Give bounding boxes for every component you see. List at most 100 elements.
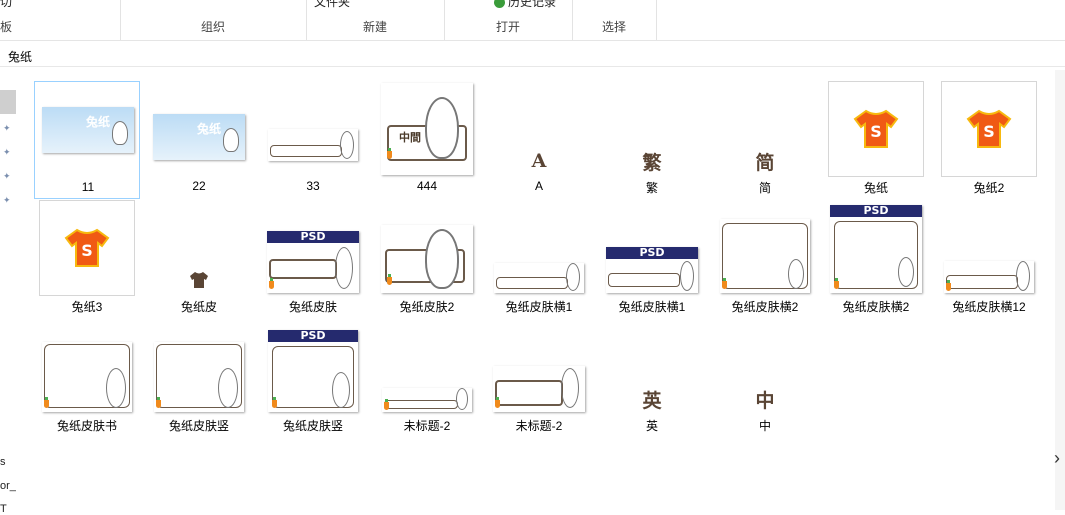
- file-name: 兔纸皮肤书: [56, 419, 117, 433]
- file-item[interactable]: 未标题-2: [374, 319, 480, 437]
- history-button[interactable]: 历史记录: [494, 0, 556, 10]
- file-item[interactable]: 兔纸 22: [146, 81, 252, 199]
- file-name: 兔纸皮肤竖: [282, 419, 343, 433]
- svg-text:S: S: [81, 241, 93, 260]
- font-file-icon: 繁: [642, 151, 662, 174]
- file-item[interactable]: 中間 444: [374, 81, 480, 199]
- file-name: 中: [758, 419, 771, 433]
- address-bar[interactable]: 兔纸: [0, 44, 1065, 67]
- file-name: 兔纸: [863, 181, 888, 195]
- font-file-icon: 中: [755, 389, 775, 412]
- file-item[interactable]: 兔纸皮肤横2: [712, 200, 818, 318]
- file-thumbnail: S: [39, 200, 135, 296]
- font-file-icon: 英: [642, 389, 662, 412]
- ribbon-group-label: 组织: [200, 20, 225, 34]
- nav-item-label[interactable]: s: [0, 456, 6, 468]
- file-item[interactable]: 简 简: [712, 81, 818, 199]
- history-label: 历史记录: [508, 0, 557, 9]
- shirt-icon: S: [853, 109, 899, 148]
- address-path[interactable]: 兔纸: [8, 48, 32, 65]
- file-thumbnail: 中間: [381, 83, 473, 175]
- psd-banner: PSD: [268, 330, 358, 342]
- vertical-scrollbar[interactable]: [1055, 70, 1065, 510]
- file-item[interactable]: 繁 繁: [599, 81, 705, 199]
- file-thumbnail: [494, 263, 584, 293]
- file-name: 未标题-2: [403, 419, 451, 433]
- thumb-logo-text: 兔纸: [86, 115, 111, 129]
- file-thumbnail: [42, 342, 132, 412]
- file-name: 兔纸皮: [180, 300, 217, 314]
- file-thumbnail: S: [941, 81, 1037, 177]
- ribbon-group-new: 文件夹 新建: [306, 0, 445, 40]
- file-item[interactable]: 兔纸 11: [34, 81, 140, 199]
- file-name: 兔纸3: [71, 300, 103, 314]
- file-item[interactable]: 中 中: [712, 319, 818, 437]
- file-thumbnail: [493, 366, 585, 412]
- file-item[interactable]: PSD 兔纸皮肤: [260, 200, 366, 318]
- file-thumbnail: [154, 342, 244, 412]
- ribbon-group-label: 板: [0, 20, 13, 34]
- font-file-icon: A: [531, 150, 547, 172]
- file-item[interactable]: 兔纸皮肤横1: [486, 200, 592, 318]
- file-item[interactable]: 兔纸皮肤横12: [936, 200, 1042, 318]
- shirt-icon: S: [64, 228, 110, 267]
- file-item[interactable]: S 兔纸: [823, 81, 929, 199]
- file-name: 简: [758, 181, 771, 195]
- psd-banner: PSD: [606, 247, 698, 259]
- file-name: 未标题-2: [515, 419, 563, 433]
- file-thumbnail: S: [828, 81, 924, 177]
- nav-selected-item[interactable]: [0, 90, 16, 114]
- file-item[interactable]: 兔纸皮肤2: [374, 200, 480, 318]
- svg-text:S: S: [870, 122, 882, 141]
- pin-icon[interactable]: ✦: [3, 196, 11, 205]
- file-thumbnail: [268, 129, 358, 161]
- file-name: 兔纸皮肤横12: [952, 300, 1026, 314]
- file-item[interactable]: 33: [260, 81, 366, 199]
- file-name: 兔纸皮肤竖: [168, 419, 229, 433]
- ribbon-group-label: 打开: [495, 20, 520, 34]
- file-item[interactable]: A A: [486, 81, 592, 199]
- file-name: 兔纸皮肤横1: [618, 300, 686, 314]
- psd-banner: PSD: [267, 231, 359, 243]
- file-name: 繁: [645, 181, 658, 195]
- navigation-pane: ✦ ✦ ✦ ✦ s or_ T: [0, 68, 18, 515]
- file-item[interactable]: 兔纸皮: [146, 200, 252, 318]
- pin-icon[interactable]: ✦: [3, 148, 11, 157]
- file-name: 33: [306, 179, 320, 193]
- chevron-right-icon[interactable]: ›: [1054, 448, 1060, 469]
- file-thumbnail: PSD: [606, 247, 698, 293]
- file-item[interactable]: PSD 兔纸皮肤横1: [599, 200, 705, 318]
- thumb-box-text: 中間: [399, 132, 421, 144]
- nav-item-label[interactable]: or_: [0, 480, 16, 492]
- file-item[interactable]: S 兔纸3: [34, 200, 140, 318]
- file-thumbnail: [720, 219, 810, 293]
- svg-text:S: S: [983, 122, 995, 141]
- file-name: 兔纸皮肤: [288, 300, 337, 314]
- file-item[interactable]: 英 英: [599, 319, 705, 437]
- file-item[interactable]: 兔纸皮肤竖: [146, 319, 252, 437]
- file-name: 444: [416, 179, 438, 193]
- pin-icon[interactable]: ✦: [3, 124, 11, 133]
- file-name: 11: [81, 180, 95, 194]
- file-thumbnail: PSD: [268, 330, 358, 412]
- ribbon: 切 板 组织 文件夹 新建 历史记录 打开 选择: [0, 0, 1065, 41]
- file-item[interactable]: 未标题-2: [486, 319, 592, 437]
- file-item[interactable]: PSD 兔纸皮肤横2: [823, 200, 929, 318]
- file-item[interactable]: S 兔纸2: [936, 81, 1042, 199]
- ribbon-group-label: 选择: [601, 20, 626, 34]
- file-item[interactable]: PSD 兔纸皮肤竖: [260, 319, 366, 437]
- pin-icon[interactable]: ✦: [3, 172, 11, 181]
- file-grid: 兔纸 11 兔纸 22 33 中間 444 A A 繁 繁 简 简 S 兔纸 S…: [20, 70, 1055, 510]
- file-name: 兔纸皮肤2: [399, 300, 455, 314]
- new-folder-button[interactable]: 文件夹: [314, 0, 350, 10]
- file-name: 英: [645, 419, 658, 433]
- shirt-icon: S: [966, 109, 1012, 148]
- file-item[interactable]: 兔纸皮肤书: [34, 319, 140, 437]
- nav-item-label[interactable]: T: [0, 503, 7, 515]
- ribbon-group-select: 选择: [572, 0, 657, 40]
- ribbon-cut-label[interactable]: 切: [0, 0, 12, 10]
- file-name: A: [534, 179, 543, 193]
- thumb-logo-text: 兔纸: [197, 122, 222, 136]
- file-name: 兔纸2: [973, 181, 1005, 195]
- file-name: 兔纸皮肤横2: [731, 300, 799, 314]
